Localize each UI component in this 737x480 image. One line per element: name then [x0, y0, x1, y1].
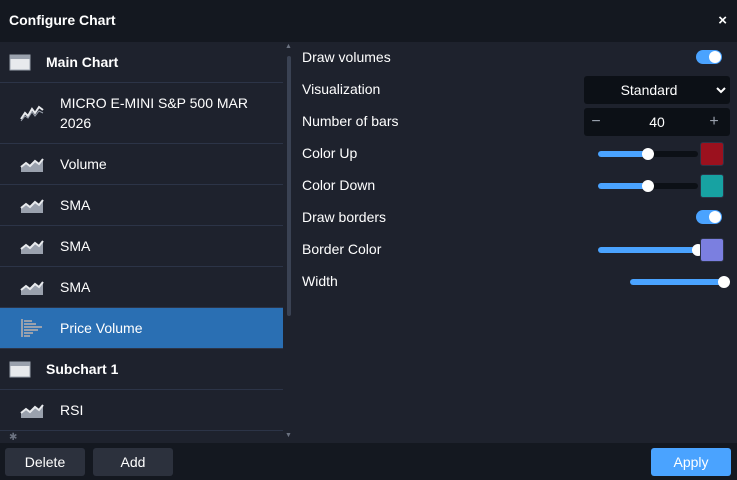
setting-label: Color Up [302, 145, 358, 161]
setting-label: Visualization [302, 81, 381, 97]
width-slider[interactable] [630, 276, 730, 288]
chart-window-icon [9, 361, 31, 377]
setting-border-color: Border Color [302, 234, 730, 266]
border-color-opacity-slider[interactable] [598, 244, 704, 256]
setting-label: Width [302, 273, 338, 289]
setting-color-up: Color Up [302, 138, 730, 170]
gear-icon: ✱ [9, 432, 18, 443]
indicator-area-icon [20, 158, 44, 172]
dialog-footer: Delete Add Apply [0, 443, 737, 480]
sidebar-item-rsi[interactable]: RSI [0, 390, 283, 431]
sidebar-item-label: MICRO E-MINI S&P 500 MAR 2026 [60, 95, 249, 131]
settings-panel: Draw volumes Visualization Standard Numb… [295, 42, 737, 443]
draw-borders-toggle[interactable] [696, 210, 722, 224]
chevron-down-icon [716, 87, 726, 94]
delete-button[interactable]: Delete [5, 448, 85, 476]
decrement-button[interactable]: − [588, 112, 604, 132]
sidebar-item-label: RSI [60, 402, 84, 418]
setting-label: Border Color [302, 241, 382, 257]
slider-fill [598, 247, 698, 253]
draw-volumes-toggle[interactable] [696, 50, 722, 64]
volume-profile-icon [21, 319, 42, 337]
setting-label: Number of bars [302, 113, 399, 129]
slider-thumb[interactable] [642, 148, 654, 160]
title-bar: Configure Chart × [0, 0, 737, 42]
scroll-up-icon[interactable]: ▲ [285, 43, 292, 50]
indicator-area-icon [20, 281, 44, 295]
scroll-down-icon[interactable]: ▼ [285, 432, 292, 439]
sidebar-group-label: Main Chart [46, 54, 119, 70]
slider-thumb[interactable] [642, 180, 654, 192]
toggle-knob [709, 51, 721, 63]
visualization-select[interactable]: Standard [584, 76, 730, 104]
color-down-opacity-slider[interactable] [598, 180, 698, 192]
color-down-swatch[interactable] [700, 174, 724, 198]
sidebar-item-micro-emini[interactable]: MICRO E-MINI S&P 500 MAR 2026 [0, 83, 283, 144]
sidebar-item-price-volume[interactable]: Price Volume [0, 308, 283, 349]
toggle-knob [709, 211, 721, 223]
sidebar-group-main-chart[interactable]: Main Chart [0, 42, 283, 83]
color-up-swatch[interactable] [700, 142, 724, 166]
sidebar-item-partial: ✱ [0, 432, 283, 443]
setting-width: Width [302, 266, 730, 298]
sidebar-group-subchart-1[interactable]: Subchart 1 [0, 349, 283, 390]
sidebar-item-label: SMA [60, 279, 91, 295]
stepper-value[interactable]: 40 [614, 114, 700, 130]
sidebar-item-label: Price Volume [60, 320, 143, 336]
sidebar-item-label: SMA [60, 238, 91, 254]
indicator-area-icon [20, 404, 44, 418]
number-of-bars-stepper[interactable]: − 40 + [584, 108, 730, 136]
setting-label: Draw volumes [302, 49, 391, 65]
select-value: Standard [620, 82, 678, 98]
slider-fill [598, 151, 648, 157]
slider-fill [630, 279, 724, 285]
apply-button[interactable]: Apply [651, 448, 731, 476]
sidebar: Main Chart MICRO E-MINI S&P 500 MAR 2026… [0, 42, 283, 443]
sidebar-item-sma[interactable]: SMA [0, 185, 283, 226]
indicator-area-icon [20, 199, 44, 213]
color-up-opacity-slider[interactable] [598, 148, 698, 160]
slider-fill [598, 183, 648, 189]
sidebar-item-volume[interactable]: Volume [0, 144, 283, 185]
sidebar-scrollbar[interactable]: ▲ ▼ [283, 42, 295, 443]
indicator-area-icon [20, 240, 44, 254]
sidebar-item-label: SMA [60, 197, 91, 213]
increment-button[interactable]: + [706, 112, 722, 132]
setting-draw-borders: Draw borders [302, 202, 730, 234]
setting-label: Color Down [302, 177, 376, 193]
chart-window-icon [9, 54, 31, 70]
setting-draw-volumes: Draw volumes [302, 42, 730, 74]
setting-label: Draw borders [302, 209, 387, 225]
close-icon[interactable]: × [718, 12, 727, 30]
sidebar-group-label: Subchart 1 [46, 361, 119, 377]
scrollbar-thumb[interactable] [287, 56, 291, 316]
setting-color-down: Color Down [302, 170, 730, 202]
sidebar-item-sma[interactable]: SMA [0, 267, 283, 308]
price-line-icon [20, 105, 44, 122]
slider-thumb[interactable] [718, 276, 730, 288]
border-color-swatch[interactable] [700, 238, 724, 262]
sidebar-item-label: Volume [60, 156, 107, 172]
add-button[interactable]: Add [93, 448, 173, 476]
dialog-title: Configure Chart [9, 12, 116, 28]
sidebar-item-sma[interactable]: SMA [0, 226, 283, 267]
setting-number-of-bars: Number of bars − 40 + [302, 106, 730, 138]
setting-visualization: Visualization Standard [302, 74, 730, 106]
